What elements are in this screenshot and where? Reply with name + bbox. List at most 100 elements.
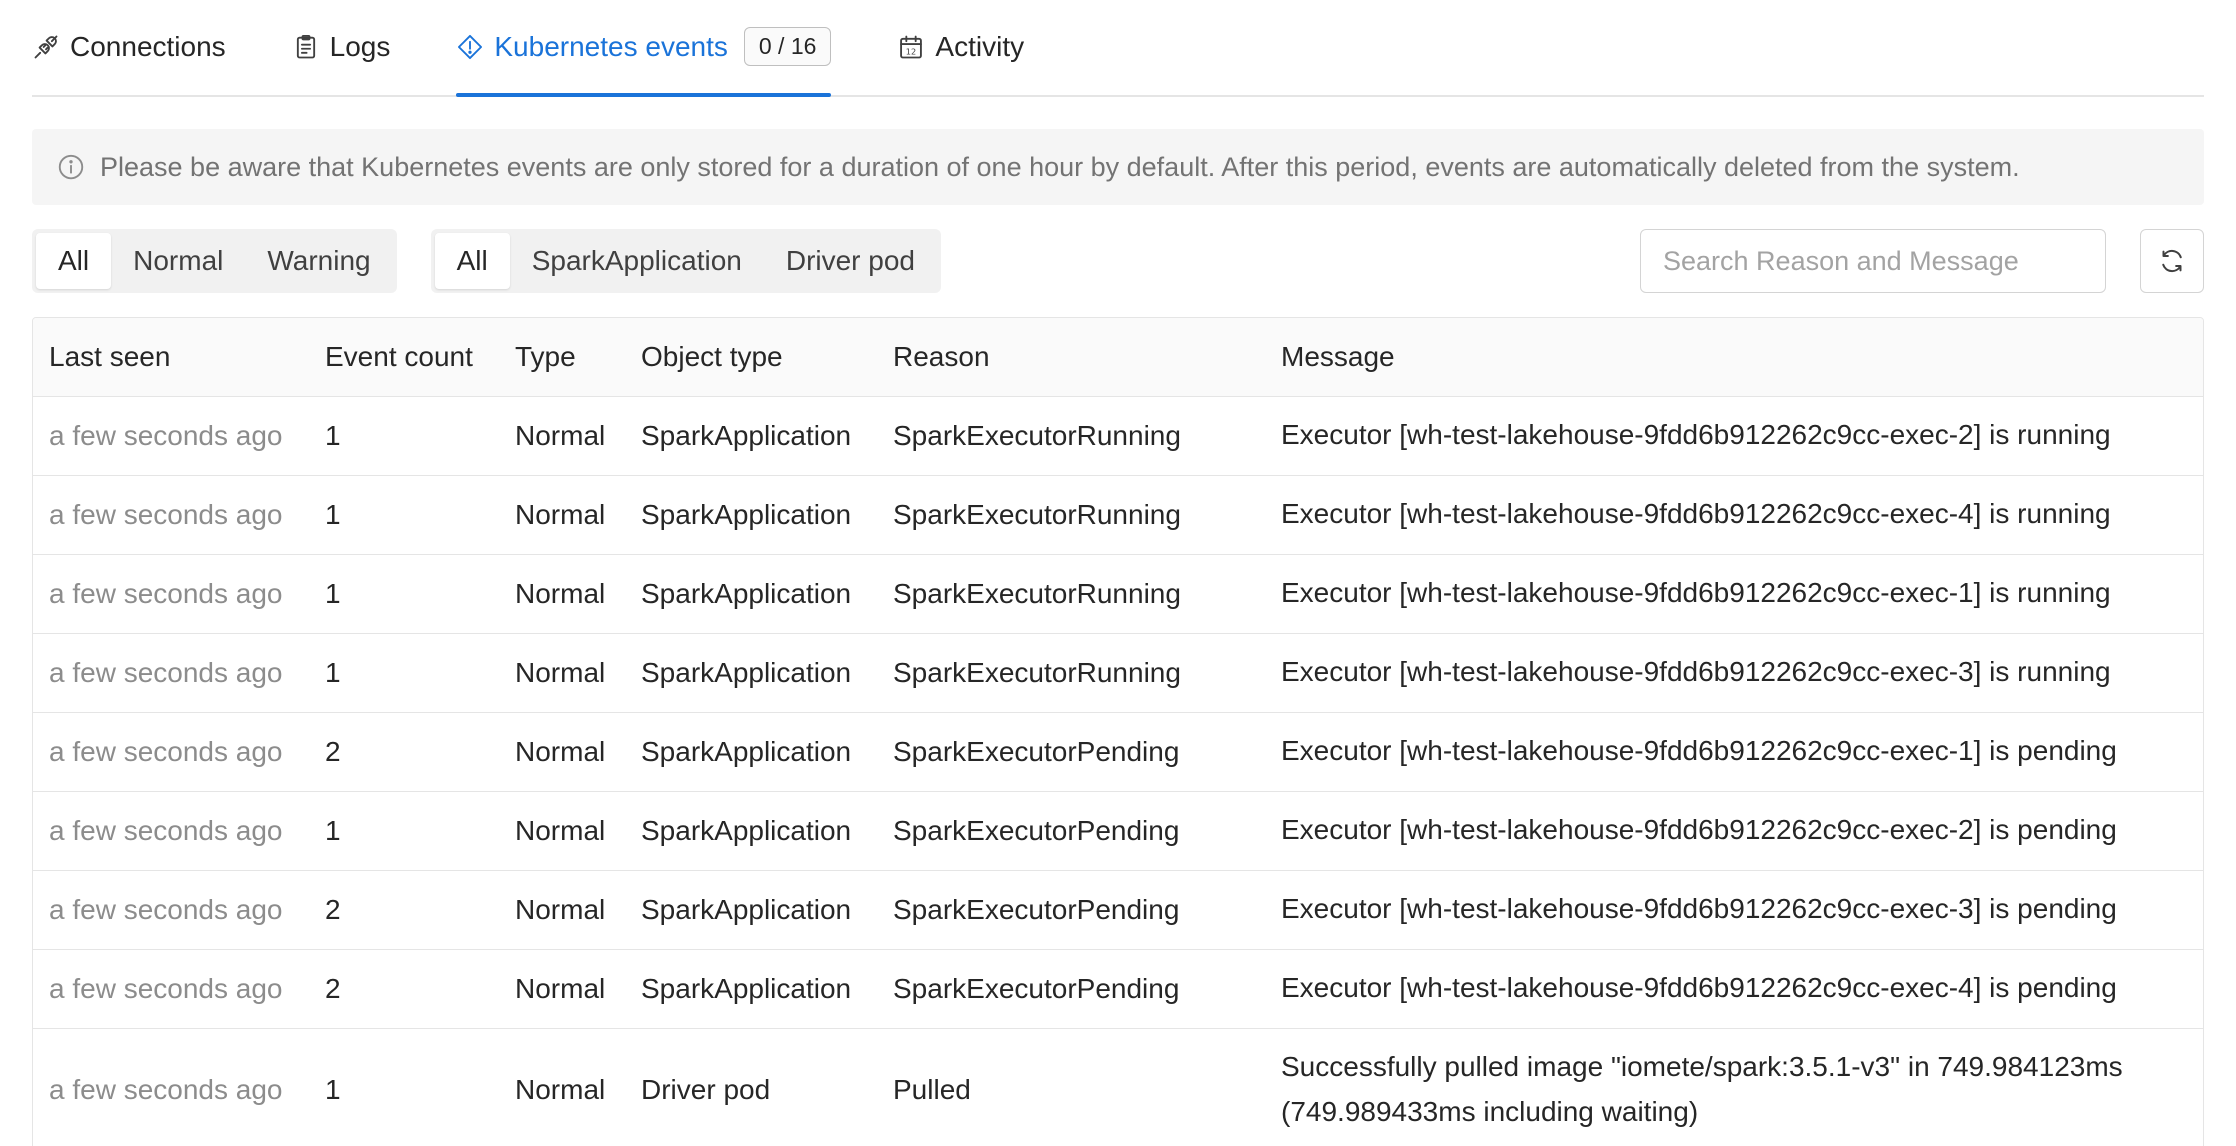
reason-cell: SparkExecutorPending <box>877 949 1265 1029</box>
type-cell: Normal <box>499 633 625 713</box>
last-seen-cell: a few seconds ago <box>33 870 309 950</box>
kubernetes-events-page: Connections Logs Kubernetes events 0 / 1… <box>0 0 2236 1146</box>
table-row: a few seconds ago 1 Normal Driver pod Pu… <box>33 1028 2203 1146</box>
message-cell: Executor [wh-test-lakehouse-9fdd6b912262… <box>1265 949 2203 1029</box>
table-row: a few seconds ago 2 Normal SparkApplicat… <box>33 712 2203 792</box>
object-type-cell: SparkApplication <box>625 475 877 555</box>
refresh-button[interactable] <box>2140 229 2204 293</box>
tab-label: Connections <box>70 30 226 62</box>
object-filter-sparkapplication[interactable]: SparkApplication <box>510 233 764 289</box>
reason-cell: SparkExecutorPending <box>877 870 1265 950</box>
type-filter-normal[interactable]: Normal <box>111 233 245 289</box>
plug-icon <box>32 33 60 61</box>
retention-notice: Please be aware that Kubernetes events a… <box>32 129 2204 205</box>
search-input[interactable] <box>1640 229 2106 293</box>
table-row: a few seconds ago 1 Normal SparkApplicat… <box>33 633 2203 713</box>
table-header: Last seen Event count Type Object type R… <box>33 318 2203 397</box>
event-count-cell: 1 <box>309 1028 499 1146</box>
refresh-icon <box>2162 249 2182 273</box>
type-cell: Normal <box>499 1028 625 1146</box>
type-cell: Normal <box>499 870 625 950</box>
last-seen-cell: a few seconds ago <box>33 633 309 713</box>
table-row: a few seconds ago 1 Normal SparkApplicat… <box>33 554 2203 634</box>
reason-cell: SparkExecutorRunning <box>877 554 1265 634</box>
column-header-message[interactable]: Message <box>1265 318 2203 397</box>
reason-cell: SparkExecutorRunning <box>877 633 1265 713</box>
column-header-object-type[interactable]: Object type <box>625 318 877 397</box>
event-count-cell: 1 <box>309 554 499 634</box>
reason-cell: SparkExecutorPending <box>877 712 1265 792</box>
last-seen-cell: a few seconds ago <box>33 1028 309 1146</box>
last-seen-cell: a few seconds ago <box>33 396 309 476</box>
type-filter-all[interactable]: All <box>36 233 112 289</box>
notice-text: Please be aware that Kubernetes events a… <box>100 151 2020 182</box>
type-cell: Normal <box>499 791 625 871</box>
info-icon <box>56 152 86 182</box>
event-type-filter: All Normal Warning <box>32 229 397 293</box>
reason-cell: SparkExecutorRunning <box>877 475 1265 555</box>
filter-bar: All Normal Warning All SparkApplication … <box>32 229 2204 293</box>
reason-cell: SparkExecutorPending <box>877 791 1265 871</box>
object-type-cell: SparkApplication <box>625 554 877 634</box>
tab-logs[interactable]: Logs <box>292 0 391 95</box>
last-seen-cell: a few seconds ago <box>33 712 309 792</box>
calendar-icon: 12 <box>897 33 925 61</box>
column-header-type[interactable]: Type <box>499 318 625 397</box>
object-type-cell: SparkApplication <box>625 712 877 792</box>
table-row: a few seconds ago 2 Normal SparkApplicat… <box>33 870 2203 950</box>
event-count-cell: 2 <box>309 949 499 1029</box>
type-cell: Normal <box>499 712 625 792</box>
last-seen-cell: a few seconds ago <box>33 791 309 871</box>
type-cell: Normal <box>499 554 625 634</box>
events-count-badge: 0 / 16 <box>743 27 832 66</box>
type-cell: Normal <box>499 949 625 1029</box>
event-count-cell: 1 <box>309 791 499 871</box>
object-type-cell: SparkApplication <box>625 633 877 713</box>
column-header-last-seen[interactable]: Last seen <box>33 318 309 397</box>
events-table: Last seen Event count Type Object type R… <box>32 317 2204 1146</box>
table-body: a few seconds ago 1 Normal SparkApplicat… <box>33 396 2203 1146</box>
table-row: a few seconds ago 1 Normal SparkApplicat… <box>33 791 2203 871</box>
reason-cell: Pulled <box>877 1028 1265 1146</box>
event-count-cell: 1 <box>309 475 499 555</box>
object-filter-all[interactable]: All <box>434 233 510 289</box>
table-row: a few seconds ago 1 Normal SparkApplicat… <box>33 475 2203 555</box>
tab-label: Activity <box>935 30 1025 62</box>
tab-bar: Connections Logs Kubernetes events 0 / 1… <box>32 0 2204 97</box>
message-cell: Executor [wh-test-lakehouse-9fdd6b912262… <box>1265 396 2203 476</box>
message-cell: Executor [wh-test-lakehouse-9fdd6b912262… <box>1265 791 2203 871</box>
type-filter-warning[interactable]: Warning <box>245 233 392 289</box>
last-seen-cell: a few seconds ago <box>33 949 309 1029</box>
column-header-event-count[interactable]: Event count <box>309 318 499 397</box>
tab-activity[interactable]: 12 Activity <box>897 0 1024 95</box>
message-cell: Executor [wh-test-lakehouse-9fdd6b912262… <box>1265 554 2203 634</box>
message-cell: Executor [wh-test-lakehouse-9fdd6b912262… <box>1265 475 2203 555</box>
last-seen-cell: a few seconds ago <box>33 554 309 634</box>
message-cell: Executor [wh-test-lakehouse-9fdd6b912262… <box>1265 712 2203 792</box>
tab-label: Kubernetes events <box>494 30 728 62</box>
reason-cell: SparkExecutorRunning <box>877 396 1265 476</box>
object-type-cell: Driver pod <box>625 1028 877 1146</box>
object-filter-driver-pod[interactable]: Driver pod <box>764 233 937 289</box>
tab-connections[interactable]: Connections <box>32 0 226 95</box>
object-type-cell: SparkApplication <box>625 791 877 871</box>
event-count-cell: 2 <box>309 870 499 950</box>
table-row: a few seconds ago 2 Normal SparkApplicat… <box>33 949 2203 1029</box>
tab-label: Logs <box>329 30 391 62</box>
event-count-cell: 1 <box>309 396 499 476</box>
clipboard-icon <box>292 33 320 61</box>
column-header-reason[interactable]: Reason <box>877 318 1265 397</box>
event-count-cell: 1 <box>309 633 499 713</box>
message-cell: Successfully pulled image "iomete/spark:… <box>1265 1028 2203 1146</box>
type-cell: Normal <box>499 475 625 555</box>
last-seen-cell: a few seconds ago <box>33 475 309 555</box>
object-type-cell: SparkApplication <box>625 949 877 1029</box>
type-cell: Normal <box>499 396 625 476</box>
table-row: a few seconds ago 1 Normal SparkApplicat… <box>33 396 2203 476</box>
tab-kubernetes-events[interactable]: Kubernetes events 0 / 16 <box>456 0 832 97</box>
object-type-cell: SparkApplication <box>625 870 877 950</box>
warning-diamond-icon <box>456 33 484 61</box>
svg-text:12: 12 <box>906 46 916 56</box>
object-type-filter: All SparkApplication Driver pod <box>430 229 942 293</box>
object-type-cell: SparkApplication <box>625 396 877 476</box>
